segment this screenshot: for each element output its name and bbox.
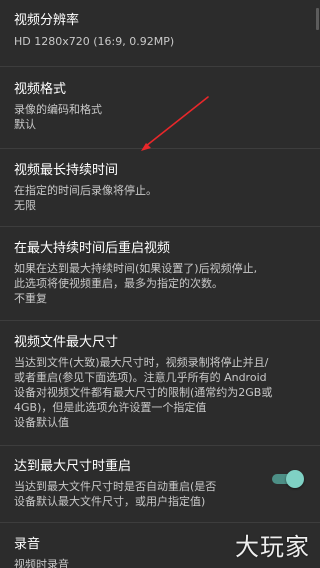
setting-value: 不重复 xyxy=(14,292,47,305)
restart-at-max-size-switch[interactable] xyxy=(272,470,304,488)
setting-summary: 当达到最大文件尺寸时是否自动重启(是否 设备默认最大文件尺寸，或用户指定值) xyxy=(14,480,217,508)
divider xyxy=(0,445,320,446)
setting-title: 视频分辨率 xyxy=(14,13,80,28)
divider xyxy=(0,320,320,321)
settings-screen: 视频分辨率 HD 1280x720 (16:9, 0.92MP) 视频格式 录像… xyxy=(0,0,320,568)
setting-restart-after-max-duration[interactable]: 在最大持续时间后重启视频 如果在达到最大持续时间(如果设置了)后视频停止, 此选… xyxy=(0,241,320,306)
switch-thumb xyxy=(286,470,304,488)
setting-video-max-duration[interactable]: 视频最长持续时间 在指定的时间后录像将停止。 无限 xyxy=(0,163,320,213)
divider xyxy=(0,522,320,523)
divider xyxy=(0,148,320,149)
setting-video-resolution[interactable]: 视频分辨率 HD 1280x720 (16:9, 0.92MP) xyxy=(0,13,320,49)
arrow-head xyxy=(141,143,151,151)
divider xyxy=(0,66,320,67)
setting-title: 在最大持续时间后重启视频 xyxy=(14,241,171,256)
watermark: 大玩家 xyxy=(235,533,310,561)
setting-summary: 如果在达到最大持续时间(如果设置了)后视频停止, 此选项将使视频重启，最多为指定… xyxy=(14,262,258,290)
setting-title: 视频文件最大尺寸 xyxy=(14,335,119,350)
scrollbar[interactable] xyxy=(316,8,319,30)
setting-title: 视频格式 xyxy=(14,82,67,97)
divider xyxy=(0,226,320,227)
setting-video-format[interactable]: 视频格式 录像的编码和格式 默认 xyxy=(0,82,320,132)
setting-value: 设备默认值 xyxy=(14,416,69,429)
setting-value: 默认 xyxy=(14,118,36,131)
setting-title: 达到最大尺寸时重启 xyxy=(14,459,132,474)
setting-title: 视频最长持续时间 xyxy=(14,163,119,178)
setting-video-max-file-size[interactable]: 视频文件最大尺寸 当达到文件(大致)最大尺寸时，视频录制将停止并且/ 或者重启(… xyxy=(0,335,320,430)
setting-value: HD 1280x720 (16:9, 0.92MP) xyxy=(14,35,175,48)
setting-summary: 在指定的时间后录像将停止。 xyxy=(14,184,157,197)
setting-summary: 当达到文件(大致)最大尺寸时，视频录制将停止并且/ 或者重启(参见下面选项)。注… xyxy=(14,356,273,414)
setting-summary: 录像的编码和格式 xyxy=(14,103,102,116)
setting-restart-at-max-size[interactable]: 达到最大尺寸时重启 当达到最大文件尺寸时是否自动重启(是否 设备默认最大文件尺寸… xyxy=(0,459,320,509)
setting-value: 无限 xyxy=(14,199,36,212)
